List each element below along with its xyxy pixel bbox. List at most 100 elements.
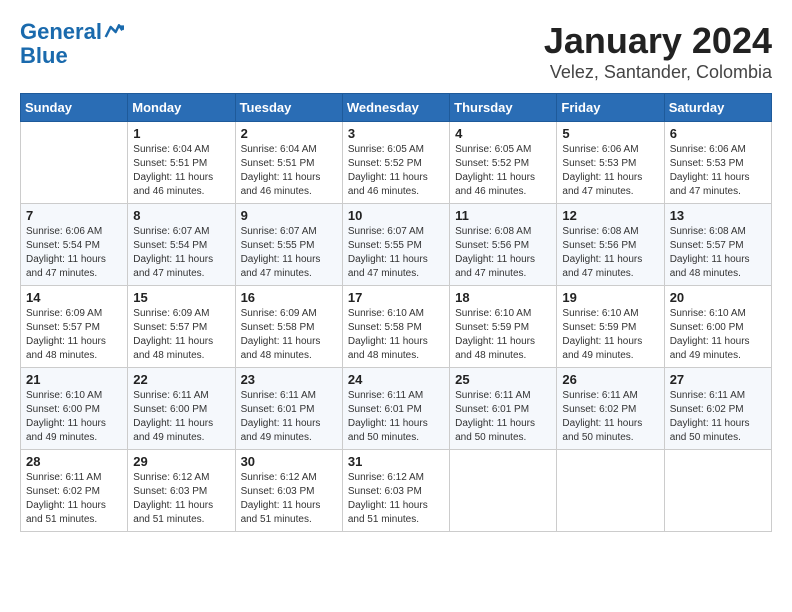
calendar-cell: 30Sunrise: 6:12 AMSunset: 6:03 PMDayligh… xyxy=(235,450,342,532)
day-number: 29 xyxy=(133,454,229,469)
calendar-week-row: 7 Sunrise: 6:06 AMSunset: 5:54 PMDaylight… xyxy=(21,204,772,286)
day-info: Sunrise: 6:11 AMSunset: 6:02 PMDaylight:… xyxy=(562,389,658,445)
logo: General Blue xyxy=(20,20,124,68)
day-header-tuesday: Tuesday xyxy=(235,94,342,122)
calendar-cell: 20Sunrise: 6:10 AMSunset: 6:00 PMDayligh… xyxy=(664,286,771,368)
day-number: 12 xyxy=(562,208,658,223)
day-info: Sunrise: 6:10 AMSunset: 6:00 PMDaylight:… xyxy=(670,307,766,363)
day-info: Sunrise: 6:09 AMSunset: 5:58 PMDaylight:… xyxy=(241,307,337,363)
day-number: 24 xyxy=(348,372,444,387)
calendar-cell: 14 Sunrise: 6:09 AMSunset: 5:57 PMDayligh… xyxy=(21,286,128,368)
page-title: January 2024 xyxy=(544,20,772,62)
day-number: 7 xyxy=(26,208,122,223)
day-number: 28 xyxy=(26,454,122,469)
calendar-cell: 25 Sunrise: 6:11 AMSunset: 6:01 PMDayligh… xyxy=(450,368,557,450)
day-info: Sunrise: 6:06 AMSunset: 5:54 PMDaylight:… xyxy=(26,225,122,281)
day-info: Sunrise: 6:07 AMSunset: 5:54 PMDaylight:… xyxy=(133,225,229,281)
day-number: 18 xyxy=(455,290,551,305)
calendar-cell: 2Sunrise: 6:04 AMSunset: 5:51 PMDaylight… xyxy=(235,122,342,204)
calendar-cell: 31 Sunrise: 6:12 AMSunset: 6:03 PMDayligh… xyxy=(342,450,449,532)
day-header-wednesday: Wednesday xyxy=(342,94,449,122)
calendar-cell: 16 Sunrise: 6:09 AMSunset: 5:58 PMDayligh… xyxy=(235,286,342,368)
calendar-cell: 7 Sunrise: 6:06 AMSunset: 5:54 PMDaylight… xyxy=(21,204,128,286)
calendar-cell xyxy=(450,450,557,532)
day-number: 2 xyxy=(241,126,337,141)
calendar-table: SundayMondayTuesdayWednesdayThursdayFrid… xyxy=(20,93,772,532)
calendar-cell: 24 Sunrise: 6:11 AMSunset: 6:01 PMDayligh… xyxy=(342,368,449,450)
day-info: Sunrise: 6:07 AMSunset: 5:55 PMDaylight:… xyxy=(241,225,337,281)
day-number: 15 xyxy=(133,290,229,305)
calendar-cell: 5Sunrise: 6:06 AMSunset: 5:53 PMDaylight… xyxy=(557,122,664,204)
calendar-cell: 18 Sunrise: 6:10 AMSunset: 5:59 PMDayligh… xyxy=(450,286,557,368)
day-number: 5 xyxy=(562,126,658,141)
calendar-cell: 8 Sunrise: 6:07 AMSunset: 5:54 PMDaylight… xyxy=(128,204,235,286)
day-number: 21 xyxy=(26,372,122,387)
calendar-cell: 19Sunrise: 6:10 AMSunset: 5:59 PMDayligh… xyxy=(557,286,664,368)
day-number: 31 xyxy=(348,454,444,469)
calendar-cell: 12 Sunrise: 6:08 AMSunset: 5:56 PMDayligh… xyxy=(557,204,664,286)
page-subtitle: Velez, Santander, Colombia xyxy=(544,62,772,83)
calendar-cell: 4Sunrise: 6:05 AMSunset: 5:52 PMDaylight… xyxy=(450,122,557,204)
logo-text: General xyxy=(20,20,102,44)
calendar-cell: 27Sunrise: 6:11 AMSunset: 6:02 PMDayligh… xyxy=(664,368,771,450)
calendar-cell: 21 Sunrise: 6:10 AMSunset: 6:00 PMDayligh… xyxy=(21,368,128,450)
day-info: Sunrise: 6:11 AMSunset: 6:02 PMDaylight:… xyxy=(26,471,122,527)
day-number: 9 xyxy=(241,208,337,223)
day-number: 22 xyxy=(133,372,229,387)
day-number: 10 xyxy=(348,208,444,223)
calendar-cell: 3 Sunrise: 6:05 AMSunset: 5:52 PMDaylight… xyxy=(342,122,449,204)
day-number: 3 xyxy=(348,126,444,141)
day-header-monday: Monday xyxy=(128,94,235,122)
day-info: Sunrise: 6:12 AMSunset: 6:03 PMDaylight:… xyxy=(348,471,444,527)
day-info: Sunrise: 6:10 AMSunset: 5:58 PMDaylight:… xyxy=(348,307,444,363)
day-info: Sunrise: 6:08 AMSunset: 5:56 PMDaylight:… xyxy=(562,225,658,281)
calendar-week-row: 21 Sunrise: 6:10 AMSunset: 6:00 PMDayligh… xyxy=(21,368,772,450)
day-header-friday: Friday xyxy=(557,94,664,122)
title-block: January 2024 Velez, Santander, Colombia xyxy=(544,20,772,83)
day-info: Sunrise: 6:10 AMSunset: 5:59 PMDaylight:… xyxy=(562,307,658,363)
calendar-week-row: 1Sunrise: 6:04 AMSunset: 5:51 PMDaylight… xyxy=(21,122,772,204)
day-number: 8 xyxy=(133,208,229,223)
day-info: Sunrise: 6:10 AMSunset: 5:59 PMDaylight:… xyxy=(455,307,551,363)
day-info: Sunrise: 6:11 AMSunset: 6:01 PMDaylight:… xyxy=(348,389,444,445)
day-number: 1 xyxy=(133,126,229,141)
calendar-cell: 10 Sunrise: 6:07 AMSunset: 5:55 PMDayligh… xyxy=(342,204,449,286)
calendar-cell: 28 Sunrise: 6:11 AMSunset: 6:02 PMDayligh… xyxy=(21,450,128,532)
day-number: 16 xyxy=(241,290,337,305)
calendar-cell: 1Sunrise: 6:04 AMSunset: 5:51 PMDaylight… xyxy=(128,122,235,204)
logo-icon xyxy=(104,22,124,42)
day-info: Sunrise: 6:11 AMSunset: 6:01 PMDaylight:… xyxy=(455,389,551,445)
day-number: 11 xyxy=(455,208,551,223)
day-number: 13 xyxy=(670,208,766,223)
day-number: 14 xyxy=(26,290,122,305)
calendar-cell: 26 Sunrise: 6:11 AMSunset: 6:02 PMDayligh… xyxy=(557,368,664,450)
day-info: Sunrise: 6:09 AMSunset: 5:57 PMDaylight:… xyxy=(133,307,229,363)
calendar-week-row: 28 Sunrise: 6:11 AMSunset: 6:02 PMDayligh… xyxy=(21,450,772,532)
day-header-thursday: Thursday xyxy=(450,94,557,122)
calendar-cell: 15 Sunrise: 6:09 AMSunset: 5:57 PMDayligh… xyxy=(128,286,235,368)
calendar-cell: 17 Sunrise: 6:10 AMSunset: 5:58 PMDayligh… xyxy=(342,286,449,368)
day-number: 25 xyxy=(455,372,551,387)
calendar-week-row: 14 Sunrise: 6:09 AMSunset: 5:57 PMDayligh… xyxy=(21,286,772,368)
day-info: Sunrise: 6:05 AMSunset: 5:52 PMDaylight:… xyxy=(348,143,444,199)
day-info: Sunrise: 6:10 AMSunset: 6:00 PMDaylight:… xyxy=(26,389,122,445)
day-info: Sunrise: 6:12 AMSunset: 6:03 PMDaylight:… xyxy=(133,471,229,527)
day-number: 23 xyxy=(241,372,337,387)
day-number: 6 xyxy=(670,126,766,141)
day-header-sunday: Sunday xyxy=(21,94,128,122)
day-info: Sunrise: 6:12 AMSunset: 6:03 PMDaylight:… xyxy=(241,471,337,527)
day-number: 4 xyxy=(455,126,551,141)
calendar-header-row: SundayMondayTuesdayWednesdayThursdayFrid… xyxy=(21,94,772,122)
calendar-cell: 9 Sunrise: 6:07 AMSunset: 5:55 PMDaylight… xyxy=(235,204,342,286)
day-info: Sunrise: 6:11 AMSunset: 6:00 PMDaylight:… xyxy=(133,389,229,445)
day-info: Sunrise: 6:08 AMSunset: 5:56 PMDaylight:… xyxy=(455,225,551,281)
calendar-cell xyxy=(664,450,771,532)
day-number: 26 xyxy=(562,372,658,387)
day-number: 17 xyxy=(348,290,444,305)
logo-text2: Blue xyxy=(20,44,124,68)
day-info: Sunrise: 6:07 AMSunset: 5:55 PMDaylight:… xyxy=(348,225,444,281)
calendar-cell: 6Sunrise: 6:06 AMSunset: 5:53 PMDaylight… xyxy=(664,122,771,204)
calendar-cell xyxy=(21,122,128,204)
day-info: Sunrise: 6:09 AMSunset: 5:57 PMDaylight:… xyxy=(26,307,122,363)
calendar-cell xyxy=(557,450,664,532)
